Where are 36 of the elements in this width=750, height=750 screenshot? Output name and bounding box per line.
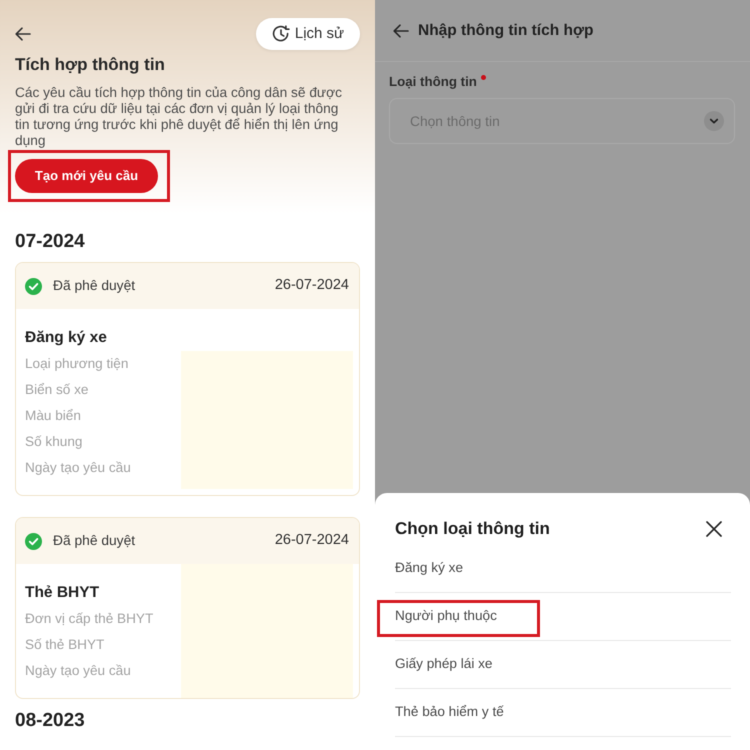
field-label: Số thẻ BHYT bbox=[25, 636, 104, 654]
option-item[interactable]: Giấy phép lái xe bbox=[395, 641, 731, 689]
sheet-title: Chọn loại thông tin bbox=[395, 518, 550, 540]
field-label: Loại phương tiện bbox=[25, 354, 128, 373]
field-label: Số khung bbox=[25, 432, 82, 451]
field-label: Màu biển bbox=[25, 406, 81, 425]
field-label: Ngày tạo yêu cầu bbox=[25, 662, 131, 680]
request-card[interactable]: Đã phê duyệt 26-07-2024 Thẻ BHYT Đơn vị cấp thẻ BHYT Số thẻ BHYT Ngày tạo yêu cầu bbox=[15, 517, 360, 699]
option-item[interactable]: Người phụ thuộc bbox=[395, 593, 731, 641]
month-heading: 08-2023 bbox=[15, 710, 85, 732]
status-label: Đã phê duyệt bbox=[53, 276, 136, 295]
chevron-down-icon bbox=[704, 111, 724, 131]
request-card[interactable]: Đã phê duyệt 26-07-2024 Đăng ký xe Loại phương tiện Biển số xe Màu biển Số khung Ngày tạo yêu cầu bbox=[15, 262, 360, 496]
screen-title: Nhập thông tin tích hợp bbox=[418, 20, 594, 41]
month-heading: 07-2024 bbox=[15, 231, 85, 253]
description-text: Các yêu cầu tích hợp thông tin của công dân sẽ được gửi đi tra cứu dữ liệu tại các đơn vị quản lý loại thông tin tương ứng trước khi phê duyệt để hiển thị lên ứng dụng bbox=[15, 85, 343, 149]
request-date: 26-07-2024 bbox=[274, 276, 349, 296]
check-circle-icon bbox=[25, 278, 42, 294]
field-label: Loại thông tin bbox=[389, 73, 477, 91]
field-label: Biển số xe bbox=[25, 380, 88, 399]
request-date: 26-07-2024 bbox=[274, 531, 349, 550]
field-label: Ngày tạo yêu cầu bbox=[25, 458, 131, 477]
page-title: Tích hợp thông tin bbox=[15, 54, 165, 76]
check-circle-icon bbox=[25, 532, 42, 550]
back-arrow-icon[interactable] bbox=[393, 24, 409, 38]
history-button[interactable]: Lịch sử bbox=[256, 18, 360, 50]
field-label: Đơn vị cấp thẻ BHYT bbox=[25, 610, 154, 628]
request-title: Đăng ký xe bbox=[25, 328, 107, 348]
status-label: Đã phê duyệt bbox=[53, 532, 136, 550]
history-clock-icon bbox=[272, 25, 290, 43]
request-title: Thẻ BHYT bbox=[25, 583, 100, 603]
create-request-button[interactable]: Tạo mới yêu cầu bbox=[15, 159, 158, 193]
close-icon[interactable] bbox=[706, 521, 722, 537]
back-arrow-icon[interactable] bbox=[15, 27, 31, 41]
option-item[interactable]: Đăng ký xe bbox=[395, 545, 731, 593]
option-item[interactable]: Thẻ bảo hiểm y tế bbox=[395, 689, 731, 737]
